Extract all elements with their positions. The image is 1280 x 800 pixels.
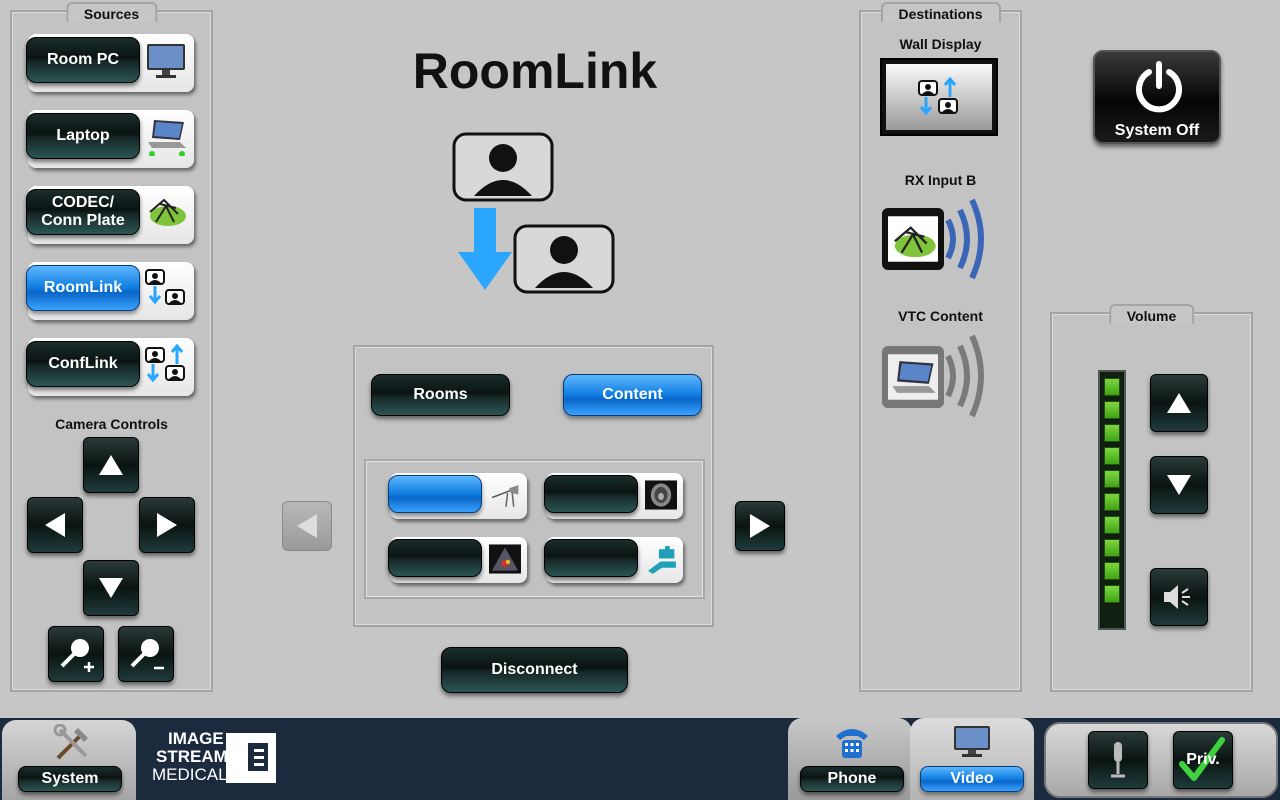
zoom-out-icon — [130, 639, 164, 670]
page-left-button[interactable] — [282, 501, 332, 551]
privacy-label: Priv. — [1186, 751, 1220, 768]
content-button-endoscope[interactable] — [388, 475, 482, 513]
monitor-icon — [147, 44, 185, 78]
camera-up-button[interactable] — [83, 437, 139, 493]
source-card-room-pc[interactable]: Room PC — [26, 34, 194, 92]
source-card-codec[interactable]: CODEC/ Conn Plate — [26, 186, 194, 244]
destination-rx-input-b[interactable] — [882, 192, 998, 282]
zoom-out-button[interactable] — [118, 626, 174, 682]
camera-right-button[interactable] — [139, 497, 195, 553]
roomlink-graphic — [452, 132, 615, 294]
phone-tab[interactable]: Phone — [788, 718, 912, 800]
wireless-signal-icon — [945, 198, 984, 280]
source-card-conflink[interactable]: ConfLink — [26, 338, 194, 396]
content-button-brain-scan[interactable] — [544, 475, 638, 513]
wireless-signal-icon — [945, 334, 984, 418]
triangle-down-icon — [99, 578, 123, 598]
conflink-icon — [918, 77, 958, 116]
page-title: RoomLink — [412, 43, 658, 99]
speaker-mute-icon — [1164, 585, 1190, 609]
disconnect-button[interactable]: Disconnect — [441, 647, 628, 693]
triangle-up-icon — [1167, 393, 1191, 413]
content-button[interactable]: Content — [563, 374, 702, 416]
video-tab[interactable]: Video — [910, 718, 1034, 800]
roomlink-icon — [145, 269, 185, 305]
ultrasound-icon — [489, 544, 521, 574]
source-card-roomlink[interactable]: RoomLink — [26, 262, 194, 320]
source-button-room-pc[interactable]: Room PC — [26, 37, 140, 83]
phone-icon — [836, 729, 868, 758]
volume-meter — [1098, 370, 1126, 630]
source-card-laptop[interactable]: Laptop — [26, 110, 194, 168]
conflink-icon — [145, 344, 185, 383]
destination-vtc-content[interactable] — [882, 328, 998, 420]
laptop-icon — [888, 354, 938, 400]
camera-controls-label: Camera Controls — [55, 416, 168, 432]
volume-down-button[interactable] — [1150, 456, 1208, 514]
camera-left-button[interactable] — [27, 497, 83, 553]
triangle-right-icon — [750, 514, 770, 538]
zoom-in-icon — [60, 639, 94, 672]
source-button-codec[interactable]: CODEC/ Conn Plate — [26, 189, 140, 235]
system-tab[interactable]: System — [2, 720, 136, 800]
logo-line-1: IMAGE — [168, 729, 224, 748]
source-button-roomlink[interactable]: RoomLink — [26, 265, 140, 311]
triangle-right-icon — [157, 513, 177, 537]
triangle-down-icon — [1167, 475, 1191, 495]
codec-icon — [149, 198, 186, 226]
page-right-button[interactable] — [735, 501, 785, 551]
logo-mark-icon — [226, 733, 276, 783]
microphone-icon — [1111, 742, 1125, 778]
volume-label: Volume — [1108, 304, 1195, 324]
volume-up-button[interactable] — [1150, 374, 1208, 432]
system-button[interactable]: System — [18, 766, 122, 792]
destinations-label: Destinations — [880, 2, 1001, 22]
zoom-in-button[interactable] — [48, 626, 104, 682]
privacy-button[interactable]: Priv. — [1173, 731, 1233, 789]
laptop-icon — [148, 120, 186, 156]
microphone-button[interactable] — [1088, 731, 1148, 789]
mute-button[interactable] — [1150, 568, 1208, 626]
destination-wall-display[interactable] — [880, 58, 998, 136]
source-button-conflink[interactable]: ConfLink — [26, 341, 140, 387]
power-icon — [1136, 61, 1182, 113]
source-button-laptop[interactable]: Laptop — [26, 113, 140, 159]
content-card-brain-scan[interactable] — [544, 473, 683, 519]
content-card-endoscope[interactable] — [388, 473, 527, 519]
codec-icon — [888, 216, 938, 262]
logo-line-2: STREAM — [156, 747, 228, 766]
system-off-label: System Off — [1114, 122, 1200, 139]
camera-down-button[interactable] — [83, 560, 139, 616]
destination-label-rx-input-b: RX Input B — [904, 172, 977, 188]
system-off-button[interactable]: System Off — [1093, 50, 1221, 144]
monitor-icon — [954, 726, 990, 757]
brain-scan-icon — [645, 480, 677, 510]
image-stream-medical-logo: IMAGE STREAM MEDICAL — [150, 730, 276, 784]
surgical-camera-icon — [648, 546, 676, 574]
logo-line-3: MEDICAL — [152, 765, 228, 784]
content-button-ultrasound[interactable] — [388, 539, 482, 577]
destination-label-wall-display: Wall Display — [899, 36, 982, 52]
content-button-surgical-camera[interactable] — [544, 539, 638, 577]
triangle-left-icon — [45, 513, 65, 537]
phone-button[interactable]: Phone — [800, 766, 904, 792]
video-button[interactable]: Video — [920, 766, 1024, 792]
endoscope-icon — [491, 485, 519, 507]
content-card-ultrasound[interactable] — [388, 537, 527, 583]
triangle-up-icon — [99, 455, 123, 475]
destination-label-vtc-content: VTC Content — [898, 308, 983, 324]
triangle-left-icon — [297, 514, 317, 538]
sources-label: Sources — [65, 2, 158, 22]
rooms-button[interactable]: Rooms — [371, 374, 510, 416]
tools-icon — [53, 724, 88, 760]
audio-controls-group — [1044, 722, 1278, 798]
content-card-surgical-camera[interactable] — [544, 537, 683, 583]
